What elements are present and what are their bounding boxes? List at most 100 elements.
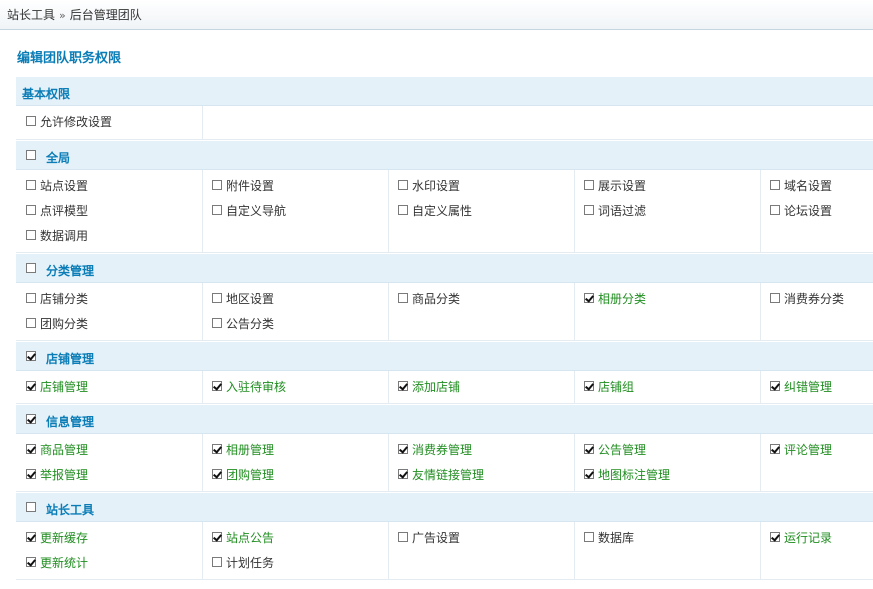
checkbox-unchecked[interactable] bbox=[770, 180, 780, 190]
checkbox-checked[interactable] bbox=[26, 532, 36, 542]
checkbox-unchecked[interactable] bbox=[212, 293, 222, 303]
checkbox-unchecked[interactable] bbox=[398, 180, 408, 190]
page-title: 编辑团队职务权限 bbox=[17, 51, 122, 66]
column-divider bbox=[202, 170, 203, 252]
column-divider bbox=[388, 522, 389, 579]
checkbox-checked[interactable] bbox=[398, 444, 408, 454]
permission-label: 自定义属性 bbox=[412, 204, 473, 218]
breadcrumb: 站长工具 » 后台管理团队 bbox=[0, 0, 873, 30]
permission-label: 水印设置 bbox=[412, 179, 461, 193]
section-header-shop: 店铺管理 bbox=[16, 341, 873, 371]
checkbox-unchecked[interactable] bbox=[26, 230, 36, 240]
checkbox-unchecked[interactable] bbox=[770, 293, 780, 303]
section-title-category: 分类管理 bbox=[46, 264, 95, 278]
checkbox-checked[interactable] bbox=[770, 381, 780, 391]
breadcrumb-root[interactable]: 站长工具 bbox=[7, 8, 55, 22]
column-divider bbox=[760, 170, 761, 252]
permission-label: 店铺组 bbox=[598, 380, 635, 394]
checkbox-checked[interactable] bbox=[584, 469, 594, 479]
checkbox-checked[interactable] bbox=[26, 469, 36, 479]
checkbox-checked[interactable] bbox=[770, 532, 780, 542]
permission-label: 地区设置 bbox=[226, 292, 275, 306]
permission-label: 数据库 bbox=[598, 531, 635, 545]
permission-label: 添加店铺 bbox=[412, 380, 461, 394]
checkbox-unchecked[interactable] bbox=[398, 293, 408, 303]
checkbox-checked[interactable] bbox=[26, 381, 36, 391]
section-checkbox-unchecked[interactable] bbox=[26, 150, 36, 160]
checkbox-checked[interactable] bbox=[770, 444, 780, 454]
checkbox-unchecked[interactable] bbox=[26, 116, 36, 126]
permission-label: 附件设置 bbox=[226, 179, 275, 193]
breadcrumb-separator: » bbox=[59, 9, 66, 22]
section-checkbox-unchecked[interactable] bbox=[26, 502, 36, 512]
checkbox-checked[interactable] bbox=[212, 532, 222, 542]
column-divider bbox=[760, 283, 761, 340]
checkbox-unchecked[interactable] bbox=[584, 205, 594, 215]
checkbox-checked[interactable] bbox=[584, 444, 594, 454]
column-divider bbox=[202, 106, 203, 139]
permission-label: 广告设置 bbox=[412, 531, 461, 545]
checkbox-checked[interactable] bbox=[212, 469, 222, 479]
section-grid-global: 站点设置 附件设置 水印设置 展示设置 域名设置 点评模型 自定义导航 自定义属性 词语过滤 论坛… bbox=[16, 170, 873, 253]
permission-label: 站点公告 bbox=[226, 531, 275, 545]
section-header-basic: 基本权限 bbox=[16, 76, 873, 106]
section-title-basic: 基本权限 bbox=[22, 87, 71, 101]
checkbox-unchecked[interactable] bbox=[584, 532, 594, 542]
checkbox-unchecked[interactable] bbox=[26, 180, 36, 190]
permission-label: 允许修改设置 bbox=[40, 115, 113, 129]
checkbox-unchecked[interactable] bbox=[212, 557, 222, 567]
permission-label: 相册分类 bbox=[598, 292, 647, 306]
section-grid-category: 店铺分类 地区设置 商品分类 相册分类 消费券分类 团购分类 公告分类 bbox=[16, 283, 873, 341]
permission-label: 更新缓存 bbox=[40, 531, 89, 545]
checkbox-checked[interactable] bbox=[398, 381, 408, 391]
permission-label: 评论管理 bbox=[784, 443, 833, 457]
checkbox-unchecked[interactable] bbox=[212, 318, 222, 328]
permission-label: 词语过滤 bbox=[598, 204, 647, 218]
checkbox-unchecked[interactable] bbox=[212, 180, 222, 190]
permission-label: 公告管理 bbox=[598, 443, 647, 457]
checkbox-unchecked[interactable] bbox=[398, 532, 408, 542]
column-divider bbox=[388, 371, 389, 403]
section-header-info: 信息管理 bbox=[16, 404, 873, 434]
section-checkbox-checked[interactable] bbox=[26, 351, 36, 361]
column-divider bbox=[574, 522, 575, 579]
section-title-info: 信息管理 bbox=[46, 415, 95, 429]
checkbox-unchecked[interactable] bbox=[212, 205, 222, 215]
checkbox-unchecked[interactable] bbox=[770, 205, 780, 215]
section-title-shop: 店铺管理 bbox=[46, 352, 95, 366]
checkbox-unchecked[interactable] bbox=[584, 180, 594, 190]
permission-label: 站点设置 bbox=[40, 179, 89, 193]
column-divider bbox=[202, 434, 203, 491]
checkbox-checked[interactable] bbox=[26, 557, 36, 567]
checkbox-unchecked[interactable] bbox=[26, 205, 36, 215]
permission-label: 店铺分类 bbox=[40, 292, 89, 306]
checkbox-unchecked[interactable] bbox=[26, 293, 36, 303]
checkbox-unchecked[interactable] bbox=[398, 205, 408, 215]
checkbox-checked[interactable] bbox=[398, 469, 408, 479]
permission-label: 入驻待审核 bbox=[226, 380, 287, 394]
section-header-category: 分类管理 bbox=[16, 253, 873, 283]
checkbox-unchecked[interactable] bbox=[26, 318, 36, 328]
permission-label: 店铺管理 bbox=[40, 380, 89, 394]
permission-label: 公告分类 bbox=[226, 317, 275, 331]
permission-label: 自定义导航 bbox=[226, 204, 287, 218]
column-divider bbox=[388, 170, 389, 252]
permission-label: 地图标注管理 bbox=[598, 468, 671, 482]
permission-label: 相册管理 bbox=[226, 443, 275, 457]
column-divider bbox=[202, 522, 203, 579]
checkbox-checked[interactable] bbox=[26, 444, 36, 454]
column-divider bbox=[760, 371, 761, 403]
permission-label: 展示设置 bbox=[598, 179, 647, 193]
checkbox-checked[interactable] bbox=[212, 381, 222, 391]
column-divider bbox=[574, 434, 575, 491]
checkbox-checked[interactable] bbox=[584, 293, 594, 303]
permission-label: 举报管理 bbox=[40, 468, 89, 482]
permission-label: 运行记录 bbox=[784, 531, 833, 545]
section-checkbox-unchecked[interactable] bbox=[26, 263, 36, 273]
checkbox-checked[interactable] bbox=[584, 381, 594, 391]
checkbox-checked[interactable] bbox=[212, 444, 222, 454]
column-divider bbox=[388, 283, 389, 340]
column-divider bbox=[760, 434, 761, 491]
section-header-global: 全局 bbox=[16, 140, 873, 170]
section-checkbox-checked[interactable] bbox=[26, 414, 36, 424]
